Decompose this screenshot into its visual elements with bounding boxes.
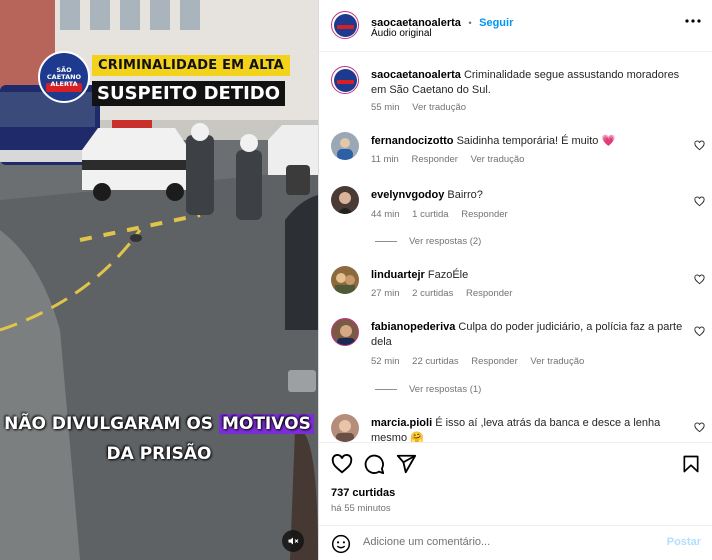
- comment-username[interactable]: linduartejr: [371, 269, 425, 281]
- comment-text: FazoÉle: [427, 269, 469, 281]
- comments-list[interactable]: saocaetanoalerta Criminalidade segue ass…: [319, 52, 712, 442]
- comment-likes[interactable]: 1 curtida: [412, 209, 448, 220]
- post-actions: 737 curtidas há 55 minutos Adicione um c…: [319, 442, 712, 560]
- send-icon[interactable]: [395, 453, 417, 475]
- comment-time[interactable]: 44 min: [371, 209, 400, 220]
- view-replies-button[interactable]: Ver respostas (1): [375, 384, 481, 395]
- post-time[interactable]: há 55 minutos: [331, 503, 391, 514]
- video-caption-line1: NÃO DIVULGARAM OS MOTIVOS: [0, 414, 318, 434]
- more-options-button[interactable]: [685, 14, 701, 24]
- bookmark-icon[interactable]: [681, 453, 701, 475]
- reply-button[interactable]: Responder: [461, 209, 507, 220]
- video-player[interactable]: SÃO CAETANO ALERTA CRIMINALIDADE EM ALTA…: [0, 0, 318, 560]
- caption-highlight: MOTIVOS: [218, 414, 314, 434]
- post-side-panel: saocaetanoalerta • Seguir Áudio original…: [318, 0, 712, 560]
- comment-like-icon[interactable]: [694, 326, 705, 337]
- view-replies-label: Ver respostas (1): [409, 384, 482, 395]
- comment-emoji: 💗: [601, 135, 616, 147]
- commenter-avatar[interactable]: [331, 414, 359, 442]
- comment-likes[interactable]: 22 curtidas: [412, 356, 458, 367]
- comment-icon[interactable]: [363, 453, 385, 475]
- separator-dot: •: [468, 18, 472, 29]
- reply-button[interactable]: Responder: [411, 154, 457, 165]
- comment-time[interactable]: 52 min: [371, 356, 400, 367]
- tag-suspect: SUSPEITO DETIDO: [92, 81, 286, 106]
- comment-like-icon[interactable]: [694, 422, 705, 433]
- reply-button[interactable]: Responder: [471, 356, 517, 367]
- more-options-icon: [685, 19, 701, 23]
- heart-icon[interactable]: [331, 453, 353, 475]
- comment-text: Bairro?: [447, 189, 483, 201]
- post-comment-button[interactable]: Postar: [667, 536, 701, 548]
- caption-text: NÃO DIVULGARAM OS: [4, 414, 214, 434]
- emoji-icon[interactable]: [331, 534, 351, 554]
- commenter-avatar[interactable]: [331, 132, 359, 160]
- comment-text: Saidinha temporária! É muito: [456, 135, 599, 147]
- view-replies-button[interactable]: Ver respostas (2): [375, 236, 481, 247]
- follow-button[interactable]: Seguir: [479, 17, 513, 29]
- commenter-avatar[interactable]: [331, 318, 359, 346]
- comment-likes[interactable]: 2 curtidas: [412, 288, 453, 299]
- comment-like-icon[interactable]: [694, 196, 705, 207]
- comment-input[interactable]: Adicione um comentário...: [363, 536, 490, 548]
- commenter-avatar[interactable]: [331, 186, 359, 214]
- post-header: saocaetanoalerta • Seguir Áudio original: [319, 0, 712, 52]
- comment-like-icon[interactable]: [694, 140, 705, 151]
- comment-username[interactable]: fernandocizotto: [371, 135, 454, 147]
- comment-emoji: 🤗: [410, 432, 424, 442]
- commenter-avatar[interactable]: [331, 266, 359, 294]
- view-replies-label: Ver respostas (2): [409, 236, 482, 247]
- tag-criminality: CRIMINALIDADE EM ALTA: [92, 55, 290, 76]
- logo-text-line2: ALERTA: [50, 79, 78, 88]
- comment-username[interactable]: marcia.pioli: [371, 417, 432, 429]
- likes-count[interactable]: 737 curtidas: [331, 487, 395, 499]
- replies-divider: [375, 241, 397, 242]
- replies-divider: [375, 389, 397, 390]
- reply-button[interactable]: Responder: [466, 288, 512, 299]
- caption-translate-link[interactable]: Ver tradução: [412, 102, 466, 113]
- mute-button[interactable]: [282, 530, 304, 552]
- caption-username[interactable]: saocaetanoalerta: [371, 69, 461, 81]
- author-avatar-small[interactable]: [331, 66, 359, 94]
- comment-username[interactable]: evelynvgodoy: [371, 189, 444, 201]
- brand-logo: SÃO CAETANO ALERTA: [38, 51, 90, 103]
- comment-username[interactable]: fabianopederiva: [371, 321, 455, 333]
- author-avatar[interactable]: [331, 11, 359, 39]
- translate-link[interactable]: Ver tradução: [471, 154, 525, 165]
- video-caption-line2: DA PRISÃO: [106, 444, 212, 464]
- comment-like-icon[interactable]: [694, 274, 705, 285]
- add-comment-row: Adicione um comentário... Postar: [319, 525, 712, 560]
- translate-link[interactable]: Ver tradução: [530, 356, 584, 367]
- comment-time[interactable]: 27 min: [371, 288, 400, 299]
- speaker-muted-icon: [288, 537, 299, 545]
- audio-label[interactable]: Áudio original: [371, 28, 432, 39]
- comment-time[interactable]: 11 min: [371, 154, 399, 165]
- logo-text-line1: SÃO CAETANO: [46, 65, 82, 81]
- caption-time[interactable]: 55 min: [371, 102, 400, 113]
